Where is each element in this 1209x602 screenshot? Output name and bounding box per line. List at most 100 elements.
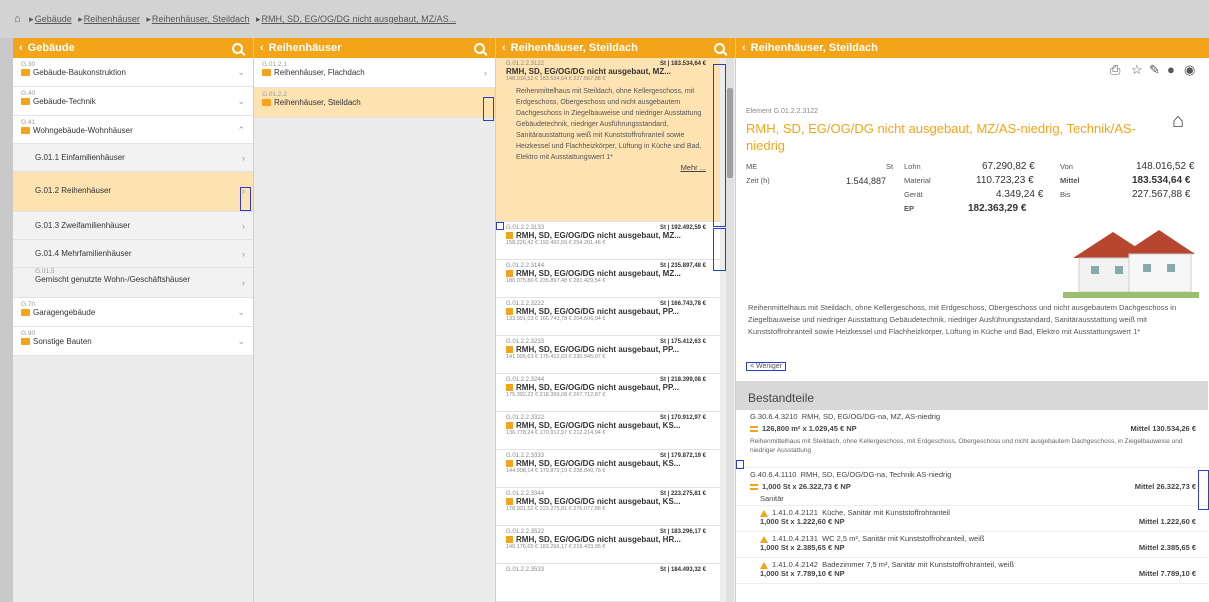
list-item-selected[interactable]: G.01.2.2.3122 St | 183.534,64 € RMH, SD, … [496,58,720,222]
list-icon [750,426,758,433]
sidebar-item-gemischt[interactable]: G.01.5 Gemischt genutzte Wohn-/Geschäfts… [13,268,253,298]
app-window: ⌂ ▸Gebäude ▸Reihenhäuser ▸Reihenhäuser, … [0,0,1209,602]
folder-icon [21,69,30,77]
item-name: RMH, SD, EG/OG/DG nicht ausgebaut, MZ... [506,67,671,76]
list-item[interactable]: G.01.2.2.3133 St | 192.492,59 € RMH, SD, E… [496,222,720,260]
element-icon [506,498,513,506]
element-icon [506,422,513,430]
list-item[interactable]: G.01.2.2.3222 St | 166.743,78 € RMH, SD, E… [496,298,720,336]
list-item[interactable]: G.01.2.2.3144 St | 235.897,48 € RMH, SD, E… [496,260,720,298]
chevron-left-icon[interactable]: ‹ [260,42,264,54]
chevron-down-icon[interactable]: ⌄ [237,307,245,318]
highlight-box [1198,470,1209,510]
chevron-right-icon[interactable]: › [242,153,245,163]
breadcrumb-item-element[interactable]: RMH, SD, EG/OG/DG nicht ausgebaut, MZ/AS… [262,14,457,24]
bestandteil-item[interactable]: G.30.6.4.3210 RMH, SD, EG/OG/DG-na, MZ, … [736,410,1208,468]
highlight-box [483,97,494,121]
folder-icon [262,69,271,77]
element-icon [506,308,513,316]
chevron-right-icon[interactable]: › [484,68,487,78]
highlight-box [736,460,744,469]
sidebar-item-reihenhaeuser[interactable]: G.01.2 Reihenhäuser › [13,172,253,212]
breadcrumb-item-gebaeude[interactable]: Gebäude [35,14,72,24]
element-code: Element G.01.2.2.3122 [746,108,818,115]
panel-reihenhaeuser: ‹ Reihenhäuser G.01.2.1 Reihenhäuser, Fl… [254,38,496,602]
star-icon[interactable]: ☆ [1131,62,1143,78]
folder-icon [21,309,30,317]
edit-icon[interactable]: ✎ [1149,62,1160,78]
bestandteil-item[interactable]: G.40.6.4.1110 RMH, SD, EG/OG/DG-na, Tech… [736,468,1208,506]
chevron-right-icon[interactable]: › [242,278,245,288]
chevron-left-icon[interactable]: ‹ [742,42,746,54]
element-icon [506,270,513,278]
list-icon [750,484,758,491]
element-icon [506,460,513,468]
item-label: Reihenhäuser, Flachdach [274,68,365,77]
bestandteil-item[interactable]: 1.41.0.4.2142 Badezimmer 7,5 m², Sanitär… [736,558,1208,584]
breadcrumb: ⌂ ▸Gebäude ▸Reihenhäuser ▸Reihenhäuser, … [0,0,1209,38]
panel-title: Reihenhäuser, Steildach [510,42,638,54]
house-image [1063,230,1199,298]
highlight-box [240,187,251,211]
list-item[interactable]: G.41 Wohngebäude-Wohnhäuser ⌃ [13,116,253,144]
list-item[interactable]: G.01.2.1 Reihenhäuser, Flachdach › [254,58,495,88]
highlight-box [496,222,504,230]
bestandteil-item[interactable]: 1.41.0.4.2131 WC 2,5 m², Sanitär mit Kun… [736,532,1208,558]
chevron-right-icon[interactable]: › [242,221,245,231]
panel-header: ‹ Reihenhäuser, Steildach [736,38,1209,58]
panel-title: Gebäude [27,42,75,54]
house-icon: ⌂ [1172,110,1185,132]
list-item[interactable]: G.70 Garagengebäude ⌄ [13,298,253,327]
search-icon[interactable] [474,42,485,54]
info-icon[interactable]: ● [1167,62,1175,77]
list-item[interactable]: G.01.2.2.3522 St | 183.296,17 € RMH, SD, E… [496,526,720,564]
panel-header: ‹ Reihenhäuser, Steildach [496,38,735,58]
list-item[interactable]: G.01.2.2.3322 St | 170.912,97 € RMH, SD, E… [496,412,720,450]
chevron-down-icon[interactable]: ⌄ [237,96,245,107]
sidebar-item-einfamilienhaeuser[interactable]: G.01.1 Einfamilienhäuser › [13,144,253,172]
home-icon[interactable]: ⌂ [14,13,21,25]
panel-header: ‹ Reihenhäuser [254,38,495,58]
list-item[interactable]: G.01.2.2.3533 St | 184.493,32 € [496,564,720,602]
sidebar-item-zweifamilienhaeuser[interactable]: G.01.3 Zweifamilienhäuser › [13,212,253,240]
list-item[interactable]: G.90 Sonstige Bauten ⌄ [13,327,253,356]
item-label: Garagengebäude [33,308,96,317]
chevron-down-icon[interactable]: ⌄ [237,336,245,347]
list-item[interactable]: G.30 Gebäude-Baukonstruktion ⌄ [13,58,253,87]
chevron-up-icon[interactable]: ⌃ [237,125,245,136]
warning-icon [760,535,768,543]
element-icon [506,384,513,392]
list-item[interactable]: G.01.2.2.3344 St | 223.275,81 € RMH, SD, E… [496,488,720,526]
chevron-left-icon[interactable]: ‹ [19,42,23,54]
list-item[interactable]: G.40 Gebäude-Technik ⌄ [13,87,253,116]
item-label: Reihenhäuser, Steildach [274,98,361,107]
scrollbar-thumb[interactable] [727,88,733,178]
comment-icon[interactable]: ◉ [1184,62,1195,78]
item-code: G.01.5 [35,268,55,275]
item-label: Gemischt genutzte Wohn-/Geschäftshäuser [35,275,191,284]
scrollbar[interactable] [726,58,734,602]
list-item[interactable]: G.01.2.2.3333 St | 179.872,19 € RMH, SD, E… [496,450,720,488]
sidebar-item-mehrfamilienhaeuser[interactable]: G.01.4 Mehrfamilienhäuser › [13,240,253,268]
print-icon[interactable]: ⎙ [1110,62,1120,78]
folder-icon [21,338,30,346]
list-item[interactable]: G.01.2.2.3244 St | 218.399,08 € RMH, SD, E… [496,374,720,412]
breadcrumb-item-reihenhaeuser[interactable]: Reihenhäuser [84,14,140,24]
search-icon[interactable] [714,42,725,54]
folder-icon [21,127,30,135]
breadcrumb-item-steildach[interactable]: Reihenhäuser, Steildach [152,14,250,24]
list-item[interactable]: G.01.2.2.3233 St | 175.412,63 € RMH, SD, E… [496,336,720,374]
item-label: Gebäude-Baukonstruktion [33,68,126,77]
chevron-right-icon[interactable]: › [242,249,245,259]
chevron-down-icon[interactable]: ⌄ [237,67,245,78]
panel-gebaeude: ‹ Gebäude G.30 Gebäude-Baukonstruktion ⌄… [13,38,254,602]
panel-header: ‹ Gebäude [13,38,253,58]
bestandteil-item[interactable]: 1.41.0.4.2121 Küche, Sanitär mit Kunstst… [736,506,1208,532]
search-icon[interactable] [232,42,243,54]
folder-icon [21,98,30,106]
weniger-link[interactable]: < Weniger [746,362,786,371]
mehr-link[interactable]: Mehr ... [506,163,706,172]
chevron-left-icon[interactable]: ‹ [502,42,506,54]
list-item[interactable]: G.01.2.2 Reihenhäuser, Steildach [254,88,495,118]
item-label: Gebäude-Technik [33,97,96,106]
